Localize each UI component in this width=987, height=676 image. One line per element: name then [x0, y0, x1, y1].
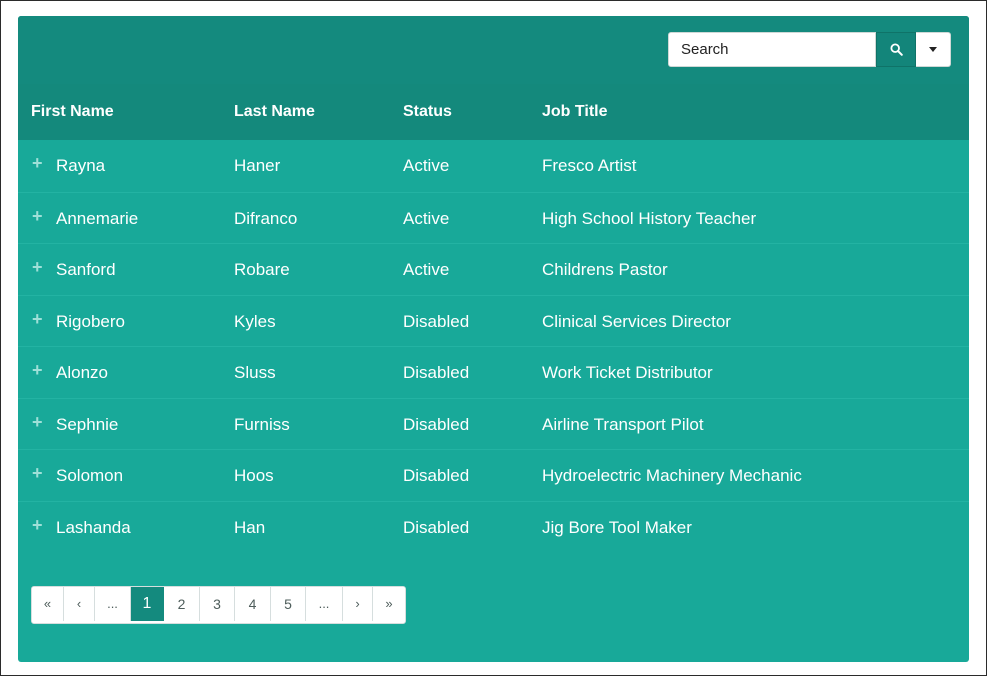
column-header-first-name[interactable]: First Name [31, 84, 114, 140]
expand-row-icon[interactable]: + [32, 193, 43, 239]
pagination-page-2[interactable]: 2 [164, 587, 200, 621]
cell-job-title: Childrens Pastor [542, 260, 668, 279]
pagination-next[interactable]: › [343, 587, 373, 621]
cell-first-name: Alonzo [56, 363, 108, 382]
expand-row-icon[interactable]: + [32, 399, 43, 445]
search-icon [889, 43, 903, 56]
expand-row-icon[interactable]: + [32, 244, 43, 290]
cell-status: Disabled [403, 466, 470, 485]
pagination-prev[interactable]: ‹ [64, 587, 95, 621]
table-row: + Lashanda Han Disabled Jig Bore Tool Ma… [18, 500, 969, 553]
cell-status: Disabled [403, 414, 470, 434]
cell-first-name: Rigobero [56, 311, 125, 331]
table-row: + Sephnie Furniss Disabled Airline Trans… [18, 397, 969, 450]
table-header-row: First Name Last Name Status Job Title [18, 84, 969, 140]
cell-last-name: Han [234, 517, 266, 537]
window-frame: First Name Last Name Status Job Title + … [0, 0, 987, 676]
table-row: + Sanford Robare Active Childrens Pastor [18, 243, 969, 295]
pagination-ellipsis-right[interactable]: ... [306, 587, 343, 621]
column-header-job-title[interactable]: Job Title [542, 84, 608, 140]
cell-last-name: Difranco [234, 208, 298, 228]
cell-last-name: Hoos [234, 466, 274, 485]
pagination-page-1[interactable]: 1 [131, 587, 164, 621]
cell-last-name: Furniss [234, 414, 290, 434]
cell-job-title: Work Ticket Distributor [542, 363, 713, 382]
pagination-ellipsis-left[interactable]: ... [95, 587, 131, 621]
cell-status: Disabled [403, 363, 470, 382]
pagination-page-5[interactable]: 5 [271, 587, 306, 621]
cell-last-name: Kyles [234, 311, 276, 331]
table-toolbar [18, 16, 969, 84]
column-header-status[interactable]: Status [403, 84, 452, 140]
cell-job-title: Jig Bore Tool Maker [542, 517, 692, 537]
pagination: « ‹ ... 1 2 3 4 5 ... › » [31, 586, 406, 624]
expand-row-icon[interactable]: + [32, 450, 43, 496]
cell-first-name: Lashanda [56, 517, 131, 537]
cell-first-name: Annemarie [56, 208, 139, 228]
search-options-dropdown[interactable] [916, 32, 951, 67]
caret-down-icon [929, 47, 937, 52]
cell-last-name: Haner [234, 156, 281, 175]
search-button[interactable] [876, 32, 916, 67]
expand-row-icon[interactable]: + [32, 502, 43, 548]
table-row: + Alonzo Sluss Disabled Work Ticket Dist… [18, 346, 969, 398]
cell-last-name: Sluss [234, 363, 276, 382]
table-row: + Annemarie Difranco Active High School … [18, 191, 969, 244]
cell-first-name: Sanford [56, 260, 116, 279]
search-input[interactable] [668, 32, 876, 67]
cell-status: Active [403, 208, 450, 228]
expand-row-icon[interactable]: + [32, 140, 43, 186]
pagination-first[interactable]: « [32, 587, 64, 621]
table-row: + Rayna Haner Active Fresco Artist [18, 140, 969, 192]
cell-status: Disabled [403, 311, 470, 331]
cell-job-title: High School History Teacher [542, 208, 757, 228]
cell-status: Active [403, 260, 450, 279]
cell-last-name: Robare [234, 260, 290, 279]
cell-job-title: Hydroelectric Machinery Mechanic [542, 466, 802, 485]
cell-first-name: Rayna [56, 156, 106, 175]
cell-job-title: Airline Transport Pilot [542, 414, 704, 434]
cell-status: Disabled [403, 517, 470, 537]
cell-status: Active [403, 156, 450, 175]
cell-first-name: Solomon [56, 466, 124, 485]
table-body: + Rayna Haner Active Fresco Artist + Ann… [18, 140, 969, 552]
search-group [668, 32, 951, 67]
expand-row-icon[interactable]: + [32, 347, 43, 393]
data-table-panel: First Name Last Name Status Job Title + … [18, 16, 969, 662]
table-row: + Solomon Hoos Disabled Hydroelectric Ma… [18, 449, 969, 501]
cell-first-name: Sephnie [56, 414, 119, 434]
column-header-last-name[interactable]: Last Name [234, 84, 315, 140]
cell-job-title: Fresco Artist [542, 156, 637, 175]
cell-job-title: Clinical Services Director [542, 311, 731, 331]
pagination-last[interactable]: » [373, 587, 405, 621]
table-row: + Rigobero Kyles Disabled Clinical Servi… [18, 294, 969, 347]
expand-row-icon[interactable]: + [32, 296, 43, 342]
pagination-page-3[interactable]: 3 [200, 587, 235, 621]
pagination-page-4[interactable]: 4 [235, 587, 271, 621]
